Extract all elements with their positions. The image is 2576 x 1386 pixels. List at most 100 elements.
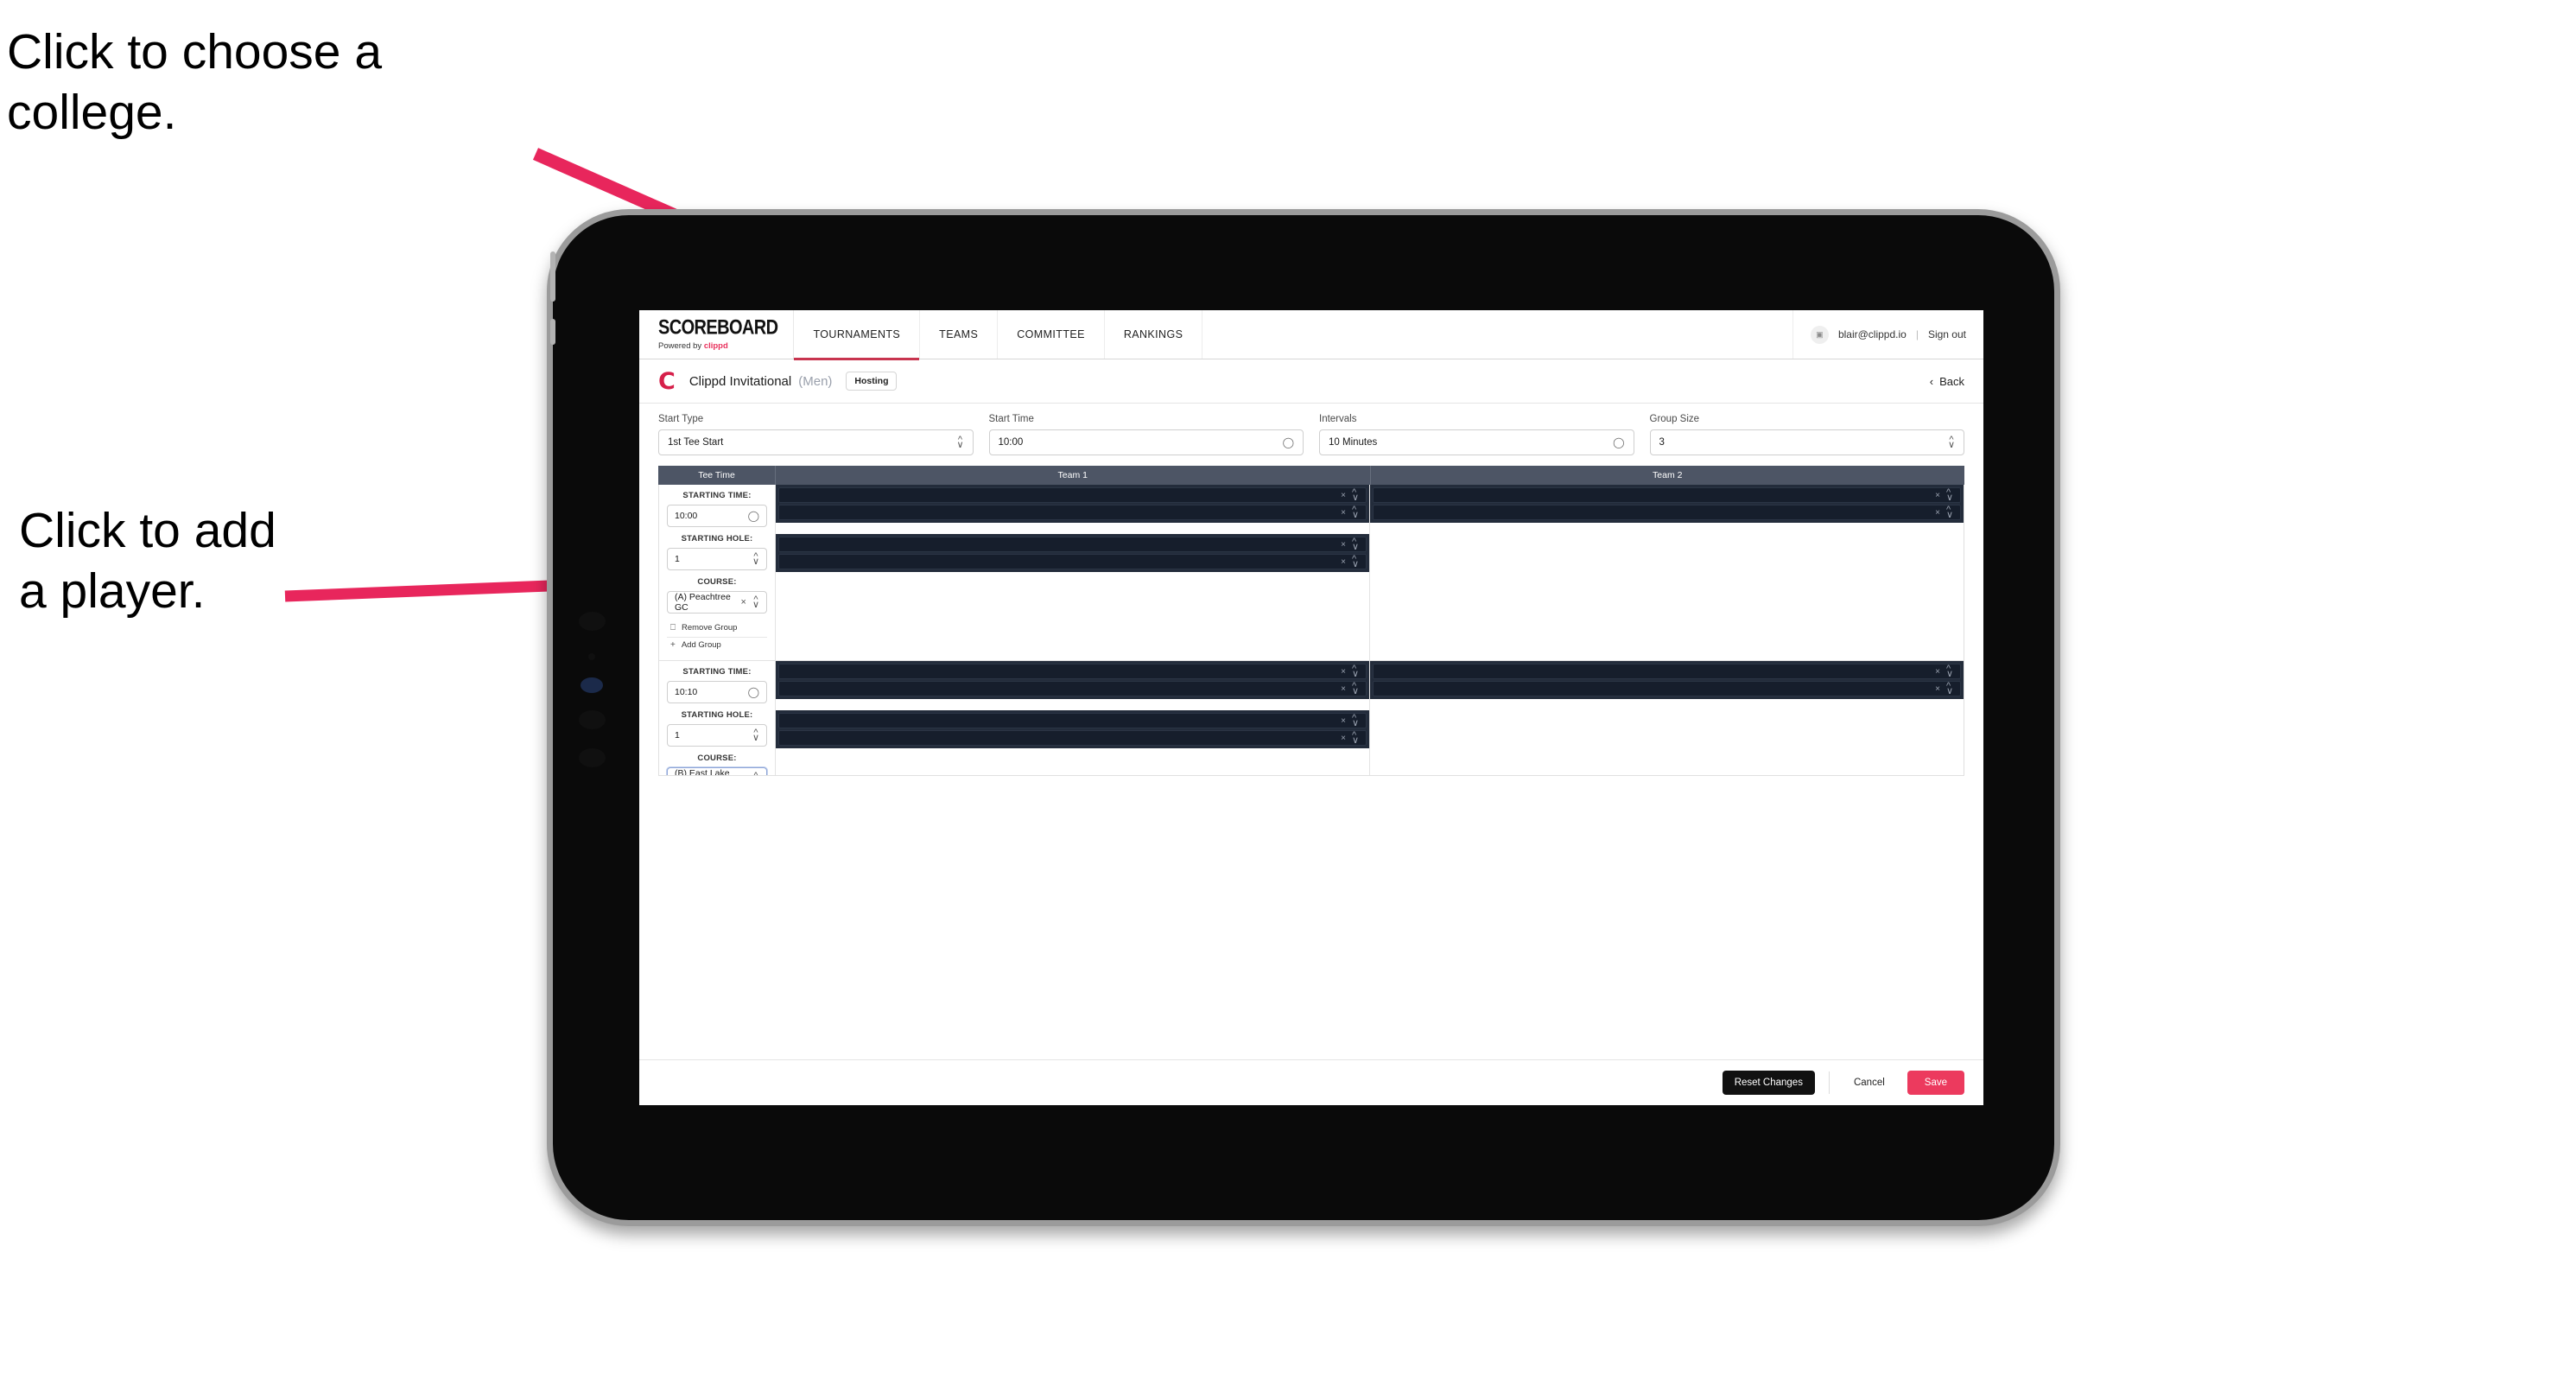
field-start-time: Start Time 10:00 ◯ [988,414,1304,455]
sign-out-link[interactable]: Sign out [1928,328,1966,340]
starting-hole-label: STARTING HOLE: [681,534,753,544]
add-group-button[interactable]: + Add Group [667,638,767,652]
chevron-updown-icon[interactable]: ^∨ [1352,505,1359,519]
logo-tagline-prefix: Powered by [658,340,704,351]
field-start-type: Start Type 1st Tee Start ^ ∨ [658,414,974,455]
chevron-updown-icon[interactable]: ^∨ [1352,713,1359,728]
chevron-updown-icon[interactable]: ^∨ [1352,537,1359,551]
course-select[interactable]: (B) East Lake GC × ^∨ [667,767,767,775]
scoreboard-logo[interactable]: SCOREBOARD Powered by clippd [639,310,795,359]
chevron-updown-icon[interactable]: ^∨ [1948,435,1955,449]
clear-icon[interactable]: × [1341,734,1346,743]
field-intervals: Intervals 10 Minutes ◯ [1319,414,1634,455]
clear-icon[interactable]: × [1341,508,1346,518]
clear-icon[interactable]: × [1341,557,1346,567]
clear-icon[interactable]: × [1341,716,1346,726]
starting-time-input[interactable]: 10:00 ◯ [667,505,767,527]
player-slot[interactable]: × ^ ∨ [778,554,1367,569]
tournament-name: Clippd Invitational [688,373,792,389]
top-navigation-bar: SCOREBOARD Powered by clippd TOURNAMENTS… [639,310,1983,360]
player-slot[interactable]: × ^ ∨ [1373,681,1961,696]
table-row: STARTING TIME: 10:10 ◯ STARTING HOLE: 1 … [659,661,1964,775]
player-slot[interactable]: × ^ ∨ [778,713,1367,728]
chevron-updown-icon[interactable]: ^∨ [752,551,759,566]
chevron-updown-icon[interactable]: ^∨ [1352,554,1359,569]
back-button[interactable]: ‹ Back [1930,375,1964,388]
clear-icon[interactable]: × [1341,667,1346,677]
player-slot-block: × ^ ∨ × ^ ∨ [776,534,1369,572]
tee-time-table-body[interactable]: STARTING TIME: 10:00 ◯ STARTING HOLE: 1 … [658,485,1964,776]
clock-icon[interactable]: ◯ [1283,436,1294,448]
field-value: 3 [1659,437,1665,448]
chevron-updown-icon[interactable]: ^∨ [752,771,759,775]
chevron-updown-icon[interactable]: ^∨ [1946,664,1953,678]
trash-icon: ⎕ [670,623,676,633]
clock-icon[interactable]: ◯ [748,686,759,698]
power-button[interactable] [550,251,555,302]
clock-icon[interactable]: ◯ [1613,436,1624,448]
clear-icon[interactable]: × [1341,491,1346,500]
tablet-device-frame: SCOREBOARD Powered by clippd TOURNAMENTS… [547,209,2060,1226]
reset-changes-button[interactable]: Reset Changes [1722,1071,1815,1095]
starting-time-input[interactable]: 10:10 ◯ [667,681,767,703]
clear-icon[interactable]: × [1935,684,1940,694]
add-group-label: Add Group [681,640,721,650]
footer-divider [1828,1071,1830,1094]
chevron-updown-icon[interactable]: ^∨ [1352,730,1359,745]
table-header-row: Tee Time Team 1 Team 2 [658,466,1964,485]
chevron-updown-icon[interactable]: ^∨ [956,435,963,449]
player-slot[interactable]: × ^ ∨ [778,537,1367,552]
account-divider: | [1915,328,1919,340]
chevron-updown-icon[interactable]: ^∨ [1946,505,1953,519]
cancel-button[interactable]: Cancel [1843,1071,1895,1095]
status-badge: Hosting [846,371,898,391]
save-button[interactable]: Save [1907,1071,1964,1095]
chevron-updown-icon[interactable]: ^∨ [1946,681,1953,696]
clippd-logo-icon: C [658,367,676,395]
start-type-select[interactable]: 1st Tee Start ^ ∨ [658,429,974,455]
nav-tab-tournaments[interactable]: TOURNAMENTS [794,310,921,360]
clear-icon[interactable]: × [1935,667,1940,677]
start-time-input[interactable]: 10:00 ◯ [988,429,1304,455]
team-2-cell: × ^ ∨ × ^ ∨ [1370,661,1964,775]
chevron-updown-icon[interactable]: ^∨ [1352,681,1359,696]
clear-icon[interactable]: × [741,597,746,607]
chevron-updown-icon[interactable]: ^∨ [752,728,759,742]
nav-tab-label: RANKINGS [1123,328,1183,340]
annotation-add-player: Click to add a player. [19,503,276,619]
clear-icon[interactable]: × [1935,491,1940,500]
chevron-updown-icon[interactable]: ^∨ [752,594,759,609]
nav-tab-committee[interactable]: COMMITTEE [998,310,1105,359]
back-button-label: Back [1939,374,1964,388]
course-select[interactable]: (A) Peachtree GC × ^ ∨ [667,591,767,614]
starting-hole-input[interactable]: 1 ^ ∨ [667,724,767,747]
team-2-cell: × ^ ∨ × ^ ∨ [1370,485,1964,660]
intervals-input[interactable]: 10 Minutes ◯ [1319,429,1634,455]
nav-tab-teams[interactable]: TEAMS [920,310,999,359]
chevron-updown-icon[interactable]: ^∨ [1352,664,1359,678]
group-size-select[interactable]: 3 ^ ∨ [1649,429,1964,455]
column-header-team-2: Team 2 [1653,470,1683,480]
remove-group-button[interactable]: ⎕ Remove Group [667,620,767,638]
avatar[interactable]: ▣ [1810,325,1829,344]
player-slot[interactable]: × ^ ∨ [778,487,1367,503]
player-slot[interactable]: × ^ ∨ [1373,664,1961,679]
chevron-updown-icon[interactable]: ^∨ [1946,487,1953,502]
clear-icon[interactable]: × [1341,540,1346,550]
player-slot[interactable]: × ^ ∨ [778,505,1367,520]
clear-icon[interactable]: × [741,773,746,775]
chevron-updown-icon[interactable]: ^∨ [1352,487,1359,502]
clear-icon[interactable]: × [1341,684,1346,694]
clear-icon[interactable]: × [1935,508,1940,518]
player-slot[interactable]: × ^ ∨ [1373,487,1961,503]
clock-icon[interactable]: ◯ [748,510,759,522]
nav-tab-rankings[interactable]: RANKINGS [1105,310,1203,359]
starting-hole-input[interactable]: 1 ^ ∨ [667,548,767,570]
starting-time-value: 10:00 [675,511,698,521]
volume-button[interactable] [550,319,555,345]
player-slot[interactable]: × ^ ∨ [778,681,1367,696]
player-slot[interactable]: × ^ ∨ [1373,505,1961,520]
logo-tagline-brand: clippd [703,340,728,351]
player-slot[interactable]: × ^ ∨ [778,730,1367,746]
player-slot[interactable]: × ^ ∨ [778,664,1367,679]
